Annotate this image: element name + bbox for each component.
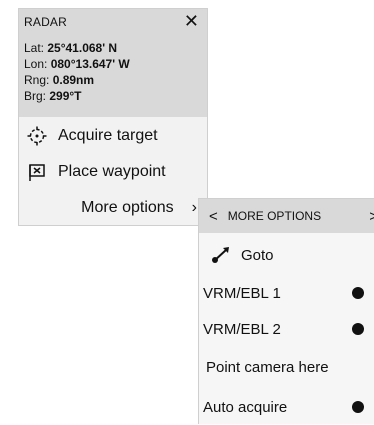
place-waypoint-button[interactable]: Place waypoint: [19, 155, 207, 189]
rng-value: 0.89nm: [52, 73, 95, 87]
radar-info-header: RADAR ✕ Lat: 25°41.068' N Lon: 080°13.64…: [19, 9, 207, 117]
waypoint-flag-icon: [26, 161, 48, 183]
brg-value: 299°T: [49, 89, 82, 103]
longitude-row: Lon: 080°13.647' W: [24, 57, 130, 71]
menu-title: RADAR: [24, 15, 68, 29]
vrm-ebl-2-label: VRM/EBL 2: [203, 320, 281, 338]
vrm-ebl-2-button[interactable]: VRM/EBL 2: [199, 311, 374, 347]
back-chevron-icon[interactable]: <: [209, 208, 218, 225]
auto-acquire-indicator: [352, 401, 364, 413]
acquire-target-button[interactable]: Acquire target: [19, 119, 207, 153]
point-camera-here-button[interactable]: Point camera here: [199, 349, 374, 385]
goto-button[interactable]: Goto: [199, 237, 374, 273]
lon-value: 080°13.647' W: [50, 57, 130, 71]
vrm-ebl-2-indicator: [352, 323, 364, 335]
lat-value: 25°41.068' N: [47, 41, 118, 55]
auto-acquire-label: Auto acquire: [203, 398, 288, 416]
vrm-ebl-1-indicator: [352, 287, 364, 299]
bearing-row: Brg: 299°T: [24, 89, 82, 103]
point-camera-here-label: Point camera here: [206, 358, 329, 376]
chevron-right-icon: ›: [191, 199, 197, 216]
latitude-row: Lat: 25°41.068' N: [24, 41, 117, 55]
lon-label: Lon:: [24, 57, 48, 71]
vrm-ebl-1-label: VRM/EBL 1: [203, 284, 281, 302]
rng-label: Rng:: [24, 73, 50, 87]
more-options-label: More options: [81, 199, 174, 216]
submenu-header: < MORE OPTIONS >: [199, 199, 374, 233]
range-row: Rng: 0.89nm: [24, 73, 94, 87]
submenu-title: MORE OPTIONS: [227, 209, 322, 223]
place-waypoint-label: Place waypoint: [58, 163, 166, 180]
acquire-target-label: Acquire target: [58, 127, 158, 144]
goto-label: Goto: [241, 246, 274, 264]
more-options-button[interactable]: More options ›: [19, 191, 207, 225]
vrm-ebl-1-button[interactable]: VRM/EBL 1: [199, 275, 374, 311]
radar-context-menu: RADAR ✕ Lat: 25°41.068' N Lon: 080°13.64…: [18, 8, 208, 226]
lat-label: Lat:: [24, 41, 45, 55]
brg-label: Brg:: [24, 89, 47, 103]
goto-icon: [211, 246, 231, 264]
target-icon: [26, 125, 48, 147]
more-options-submenu: < MORE OPTIONS > Goto VRM/EBL 1 VRM/EBL …: [198, 198, 374, 424]
forward-chevron-icon[interactable]: >: [369, 208, 374, 225]
close-icon[interactable]: ✕: [184, 12, 199, 30]
auto-acquire-button[interactable]: Auto acquire: [199, 389, 374, 425]
